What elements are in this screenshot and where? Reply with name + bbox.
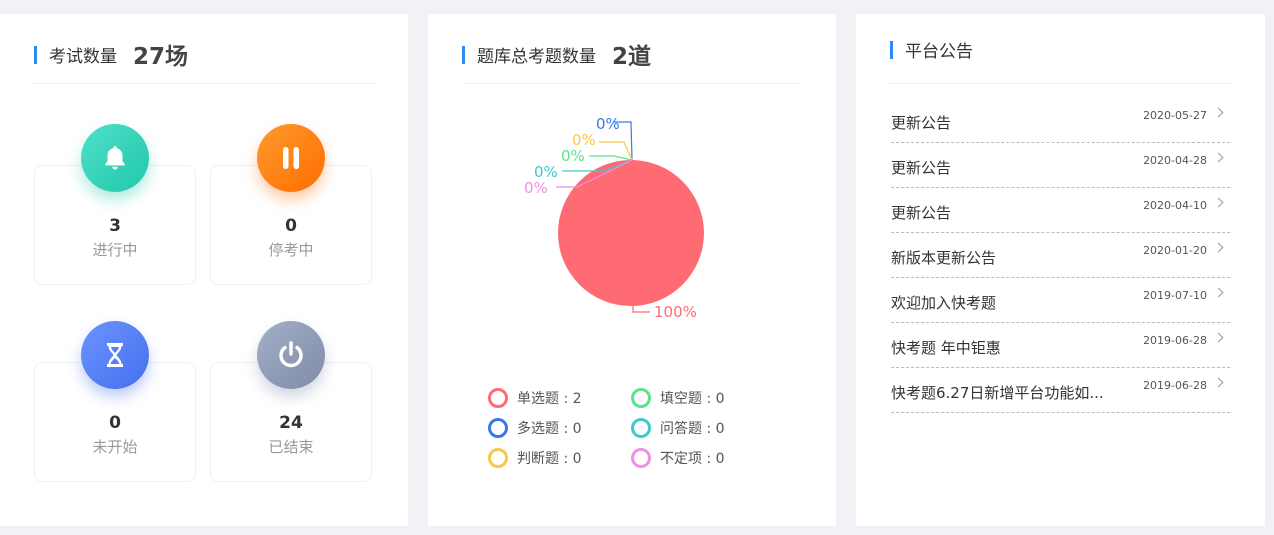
- legend-ring-icon: [488, 418, 508, 438]
- pause-icon: [257, 124, 325, 192]
- chevron-right-icon[interactable]: [1213, 332, 1224, 343]
- chevron-right-icon[interactable]: [1213, 242, 1224, 253]
- chevron-right-icon[interactable]: [1213, 377, 1224, 388]
- legend-label: 判断题 : 0: [517, 451, 582, 467]
- stat-not-started[interactable]: 0 未开始: [34, 321, 196, 482]
- legend-ring-icon: [488, 388, 508, 408]
- chevron-right-icon[interactable]: [1213, 152, 1224, 163]
- stat-label: 未开始: [92, 438, 138, 456]
- header-accent-bar: [890, 40, 893, 59]
- notice-date: 2019-06-28: [1143, 334, 1207, 347]
- notice-title[interactable]: 新版本更新公告: [891, 247, 996, 268]
- stat-in-progress[interactable]: 3 进行中: [34, 124, 196, 285]
- chevron-right-icon[interactable]: [1213, 287, 1224, 298]
- slice-percent-label: 0%: [524, 179, 548, 197]
- chevron-right-icon[interactable]: [1213, 197, 1224, 208]
- notice-date: 2019-07-10: [1143, 289, 1207, 302]
- notice-date: 2020-04-28: [1143, 154, 1207, 167]
- legend-label: 单选题 : 2: [517, 391, 582, 407]
- stat-ended[interactable]: 24 已结束: [210, 321, 372, 482]
- stat-label: 已结束: [268, 438, 314, 456]
- exam-card-title: 考试数量: [49, 47, 117, 67]
- notice-item[interactable]: 更新公告 2020-04-10: [891, 188, 1230, 233]
- notice-card-header: 平台公告: [890, 36, 1231, 84]
- bell-icon: [81, 124, 149, 192]
- notice-title[interactable]: 更新公告: [891, 202, 951, 223]
- legend-item[interactable]: 填空题 : 0: [631, 388, 725, 408]
- notice-item[interactable]: 更新公告 2020-05-27: [891, 98, 1230, 143]
- notice-title[interactable]: 欢迎加入快考题: [891, 292, 996, 313]
- notice-list: 更新公告 2020-05-27 更新公告 2020-04-28 更新公告 2020-04-…: [891, 98, 1230, 413]
- notice-title[interactable]: 更新公告: [891, 112, 951, 133]
- legend-label: 问答题 : 0: [660, 421, 725, 437]
- stat-value: 0: [285, 216, 297, 236]
- legend-ring-icon: [488, 448, 508, 468]
- stat-label: 进行中: [92, 241, 138, 259]
- notice-item[interactable]: 欢迎加入快考题 2019-07-10: [891, 278, 1230, 323]
- stat-label: 停考中: [268, 241, 314, 259]
- notice-date: 2020-05-27: [1143, 109, 1207, 122]
- pie-slice[interactable]: [558, 160, 704, 306]
- legend-ring-icon: [631, 448, 651, 468]
- label-leader-line: [589, 155, 633, 161]
- notice-item[interactable]: 快考题 年中钜惠 2019-06-28: [891, 323, 1230, 368]
- label-leader-line: [599, 141, 633, 161]
- legend-item[interactable]: 不定项 : 0: [631, 448, 725, 468]
- legend-item[interactable]: 问答题 : 0: [631, 418, 725, 438]
- legend-label: 填空题 : 0: [660, 391, 725, 407]
- legend-item[interactable]: 多选题 : 0: [488, 418, 582, 438]
- chevron-right-icon[interactable]: [1213, 107, 1224, 118]
- legend-label: 不定项 : 0: [660, 451, 725, 467]
- platform-notice-card: 平台公告 更新公告 2020-05-27 更新公告 2020-04-28 更新公告 202…: [856, 14, 1265, 526]
- stat-value: 3: [109, 216, 121, 236]
- notice-card-title: 平台公告: [905, 42, 973, 62]
- notice-item[interactable]: 新版本更新公告 2020-01-20: [891, 233, 1230, 278]
- legend-item[interactable]: 判断题 : 0: [488, 448, 582, 468]
- notice-item[interactable]: 更新公告 2020-04-28: [891, 143, 1230, 188]
- exam-count-card: 考试数量 27场 3 进行中 0 停考中 0 未开始 24 已结束: [0, 14, 408, 526]
- slice-percent-label: 100%: [654, 303, 697, 321]
- slice-percent-label: 0%: [561, 147, 585, 165]
- notice-date: 2020-01-20: [1143, 244, 1207, 257]
- hourglass-icon: [81, 321, 149, 389]
- notice-date: 2020-04-10: [1143, 199, 1207, 212]
- power-icon: [257, 321, 325, 389]
- legend-ring-icon: [631, 418, 651, 438]
- notice-title[interactable]: 更新公告: [891, 157, 951, 178]
- label-leader-line: [632, 306, 650, 313]
- exam-card-header: 考试数量 27场: [34, 40, 374, 84]
- stat-value: 0: [109, 413, 121, 433]
- notice-title[interactable]: 快考题6.27日新增平台功能如...: [891, 382, 1104, 403]
- header-accent-bar: [34, 45, 37, 64]
- legend-ring-icon: [631, 388, 651, 408]
- stat-paused[interactable]: 0 停考中: [210, 124, 372, 285]
- exam-total-count: 27场: [133, 43, 189, 70]
- notice-title[interactable]: 快考题 年中钜惠: [891, 337, 1001, 358]
- slice-percent-label: 0%: [596, 115, 620, 133]
- question-bank-card: 题库总考题数量 2道 0% 0% 0% 0% 0% 100% 单选题 : 2 填空题 : 0…: [428, 14, 836, 526]
- legend-label: 多选题 : 0: [517, 421, 582, 437]
- notice-item[interactable]: 快考题6.27日新增平台功能如... 2019-06-28: [891, 368, 1230, 413]
- stat-value: 24: [279, 413, 303, 433]
- legend-item[interactable]: 单选题 : 2: [488, 388, 582, 408]
- notice-date: 2019-06-28: [1143, 379, 1207, 392]
